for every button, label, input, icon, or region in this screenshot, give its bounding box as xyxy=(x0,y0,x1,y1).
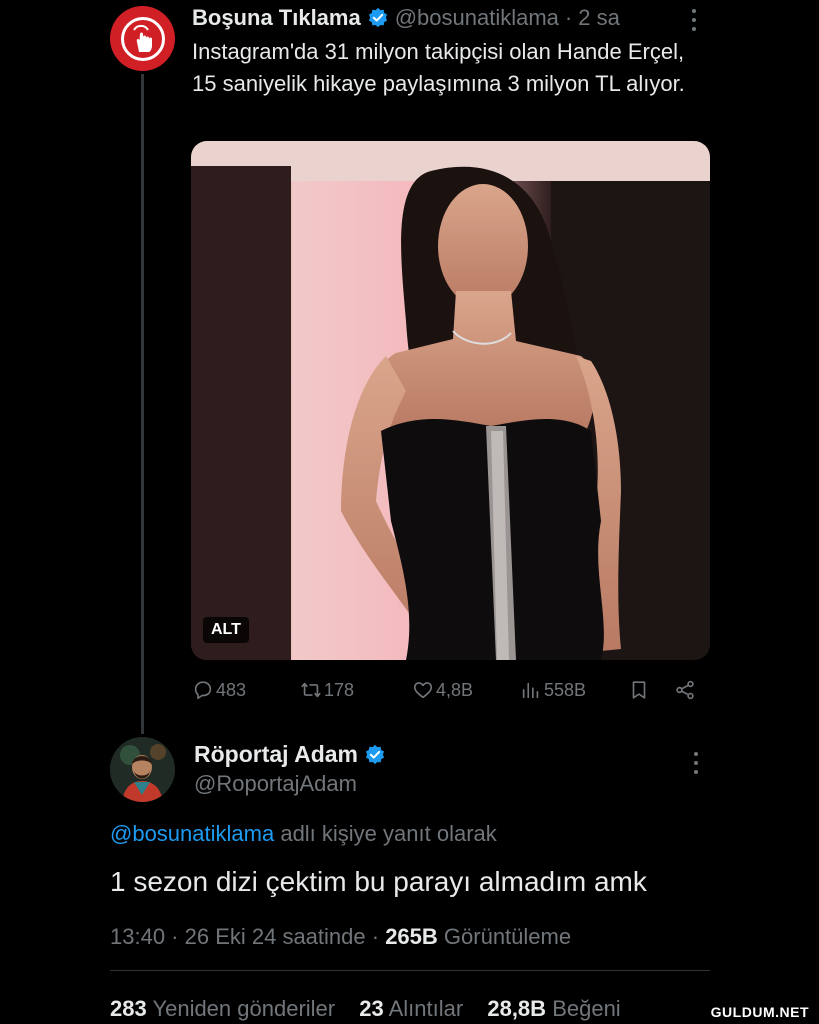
tweet-actions-bar: 483 178 4,8B 558B xyxy=(192,676,712,704)
quotes-stat-label: Alıntılar xyxy=(388,996,464,1021)
likes-stat-label: Beğeni xyxy=(552,996,621,1021)
reposts-stat-label: Yeniden gönderiler xyxy=(152,996,336,1021)
more-options-icon[interactable] xyxy=(693,752,699,774)
reposts-stat-count: 283 xyxy=(110,996,147,1021)
watermark: GULDUM.NET xyxy=(704,1002,815,1022)
reply-avatar[interactable] xyxy=(110,737,175,802)
reply-action[interactable]: 483 xyxy=(192,676,246,704)
share-action[interactable] xyxy=(674,676,698,704)
reply-to-mention-link[interactable]: @bosunatiklama xyxy=(110,821,274,846)
reply-author-name[interactable]: Röportaj Adam xyxy=(194,741,358,768)
quotes-stat-count: 23 xyxy=(359,996,384,1021)
divider xyxy=(110,970,710,971)
tweet-header: Boşuna Tıklama @bosunatiklama · 2 sa xyxy=(192,6,620,30)
reply-engagement-stats: 283 Yeniden gönderiler 23 Alıntılar 28,8… xyxy=(110,996,639,1022)
author-handle[interactable]: @bosunatiklama xyxy=(395,6,559,30)
like-count: 4,8B xyxy=(436,679,474,700)
tweet-time[interactable]: 2 sa xyxy=(578,6,620,30)
alt-text-badge[interactable]: ALT xyxy=(203,617,249,643)
avatar[interactable] xyxy=(110,6,175,71)
reply-timestamp[interactable]: 13:40 · 26 Eki 24 saatinde · xyxy=(110,924,379,949)
like-icon xyxy=(413,682,433,699)
verified-badge-icon xyxy=(365,744,385,764)
photo-image xyxy=(191,141,710,660)
repost-icon xyxy=(301,682,321,698)
reposts-stat[interactable]: 283 Yeniden gönderiler xyxy=(110,996,335,1021)
likes-stat[interactable]: 28,8B Beğeni xyxy=(487,996,620,1021)
repost-count: 178 xyxy=(324,679,355,700)
separator-dot: · xyxy=(564,5,573,30)
tap-hand-logo-icon xyxy=(120,16,165,61)
like-action[interactable]: 4,8B xyxy=(412,676,473,704)
reply-view-label: Görüntüleme xyxy=(443,924,572,949)
thread-connector-line xyxy=(141,74,144,734)
likes-stat-count: 28,8B xyxy=(487,996,547,1021)
repost-action[interactable]: 178 xyxy=(300,676,354,704)
reply-author-handle[interactable]: @RoportajAdam xyxy=(194,771,357,797)
tweet-photo[interactable] xyxy=(191,141,710,660)
tweet-text: Instagram'da 31 milyon takipçisi olan Ha… xyxy=(192,39,685,96)
views-icon xyxy=(522,682,539,699)
share-icon xyxy=(676,680,694,700)
reply-view-count: 265B xyxy=(385,924,438,949)
bookmark-action[interactable] xyxy=(628,676,652,704)
bookmark-icon xyxy=(632,681,646,699)
reply-icon xyxy=(194,681,212,700)
reply-to-label: adlı kişiye yanıt olarak xyxy=(280,821,497,846)
views-action[interactable]: 558B xyxy=(520,676,586,704)
reply-metadata: 13:40 · 26 Eki 24 saatinde · 265B Görünt… xyxy=(110,924,571,950)
reply-author-header: Röportaj Adam xyxy=(194,741,392,768)
reply-to-context: @bosunatiklama adlı kişiye yanıt olarak xyxy=(110,821,497,847)
reply-text: 1 sezon dizi çektim bu parayı almadım am… xyxy=(110,866,647,897)
reply-avatar-image xyxy=(110,737,175,802)
more-options-icon[interactable] xyxy=(691,9,697,31)
quotes-stat[interactable]: 23 Alıntılar xyxy=(359,996,463,1021)
verified-badge-icon xyxy=(368,7,387,28)
view-count: 558B xyxy=(544,679,587,700)
reply-count: 483 xyxy=(216,679,247,700)
author-name[interactable]: Boşuna Tıklama xyxy=(192,6,361,30)
